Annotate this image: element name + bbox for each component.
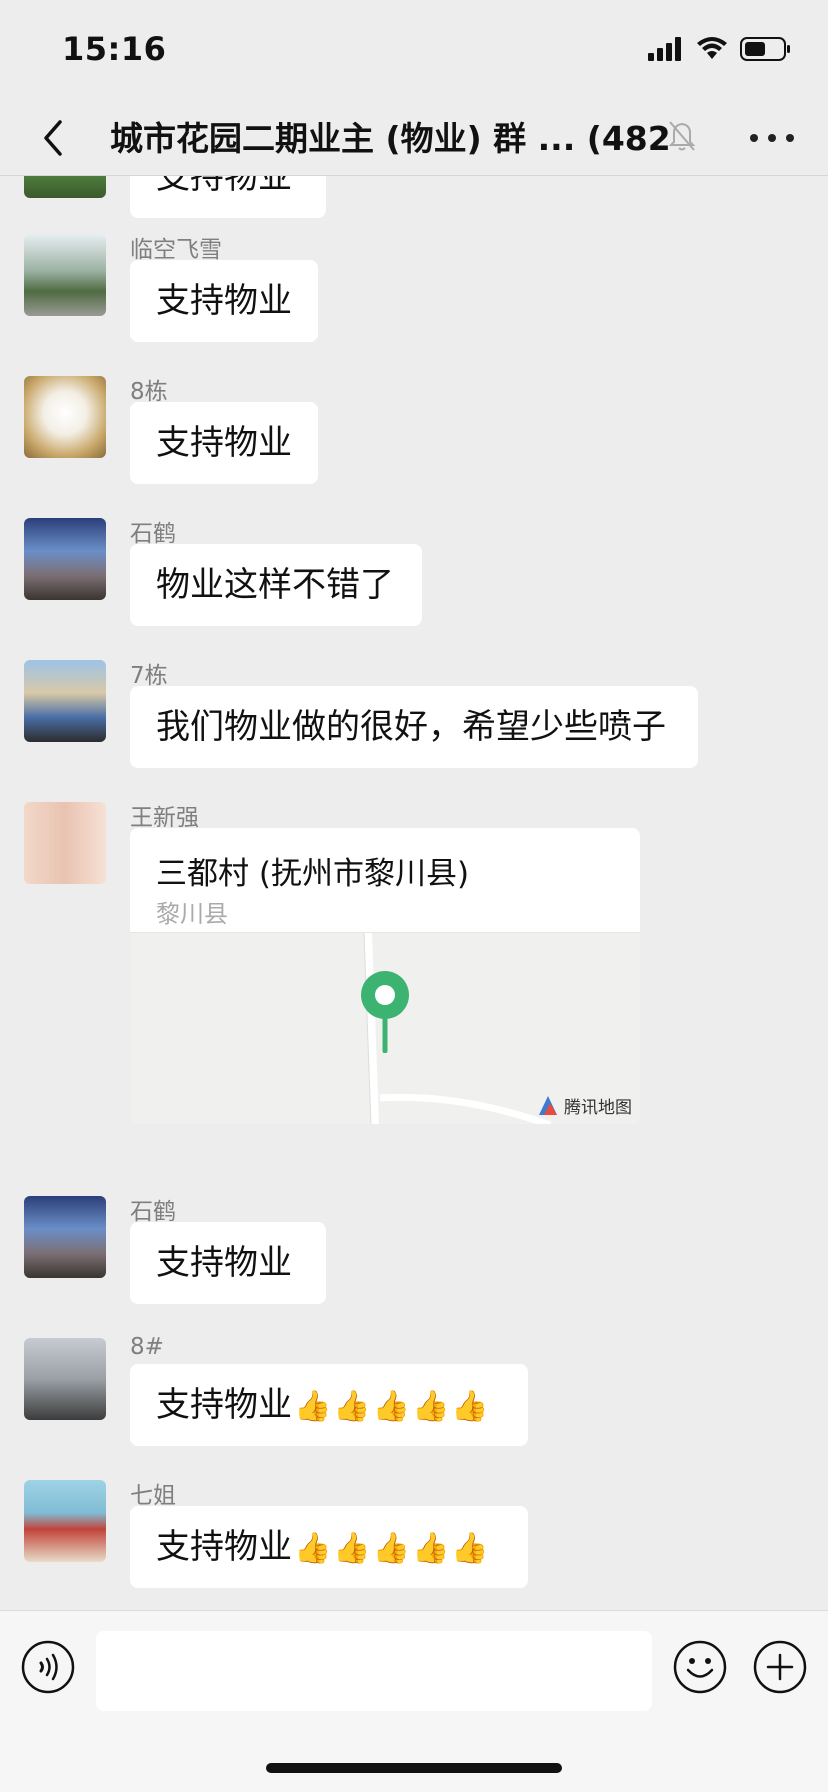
chat-header: 城市花园二期业主 (物业) 群 ... (482) — [0, 100, 828, 176]
map-pin-icon — [361, 971, 409, 1053]
avatar[interactable] — [24, 1480, 106, 1562]
thumbs-up-emoji: 👍👍👍👍👍 — [294, 1531, 491, 1566]
sender-name: 七姐 — [130, 1483, 176, 1509]
bell-slash-icon — [666, 118, 698, 154]
group-name: 城市花园二期业主 (物业) 群 ... — [110, 119, 576, 158]
voice-button[interactable] — [20, 1639, 76, 1695]
wifi-icon — [697, 37, 727, 59]
sender-name: 8# — [130, 1334, 164, 1360]
message-bubble[interactable]: 支持物业 — [130, 260, 318, 342]
tencent-map-logo-icon — [539, 1095, 557, 1115]
message-bubble[interactable]: 支持物业 — [130, 176, 326, 218]
chat-title: 城市花园二期业主 (物业) 群 ... (482) — [110, 112, 670, 160]
avatar[interactable] — [24, 518, 106, 600]
chevron-left-icon — [44, 120, 62, 156]
message-text: 支持物业 — [156, 1527, 292, 1567]
thumbs-up-emoji: 👍👍👍👍👍 — [294, 1389, 491, 1424]
back-button[interactable] — [34, 114, 74, 162]
location-card[interactable]: 三都村 (抚州市黎川县) 黎川县 腾讯地图 — [130, 828, 640, 1124]
message-bubble[interactable]: 支持物业 — [130, 402, 318, 484]
avatar[interactable] — [24, 660, 106, 742]
voice-icon — [21, 1640, 75, 1694]
message-bubble[interactable]: 物业这样不错了 — [130, 544, 422, 626]
more-button[interactable] — [750, 124, 794, 152]
sender-name: 王新强 — [130, 805, 199, 831]
home-indicator[interactable] — [266, 1763, 562, 1773]
chat-message-list[interactable]: 支持物业 临空飞雪 支持物业 8栋 支持物业 石鹤 物业这样不错了 7栋 我们物… — [0, 176, 828, 1610]
avatar[interactable] — [24, 234, 106, 316]
message-input[interactable] — [96, 1631, 652, 1711]
status-bar: 15:16 — [0, 0, 828, 100]
plus-button[interactable] — [752, 1639, 808, 1695]
plus-icon — [753, 1640, 807, 1694]
status-icons — [648, 36, 792, 62]
ellipsis-icon — [750, 134, 758, 142]
message-bubble[interactable]: 支持物业👍👍👍👍👍 — [130, 1506, 528, 1588]
message-bubble[interactable]: 我们物业做的很好，希望少些喷子 — [130, 686, 698, 768]
avatar[interactable] — [24, 1338, 106, 1420]
map-brand: 腾讯地图 — [536, 1093, 632, 1118]
message-text: 支持物业 — [156, 1385, 292, 1425]
location-title: 三都村 (抚州市黎川县) — [156, 856, 470, 892]
location-subtitle: 黎川县 — [156, 900, 228, 928]
member-count: (482) — [586, 119, 670, 158]
sender-name: 临空飞雪 — [130, 237, 222, 263]
sender-name: 石鹤 — [130, 521, 176, 547]
emoji-button[interactable] — [672, 1639, 728, 1695]
battery-icon — [740, 37, 790, 61]
emoji-icon — [673, 1640, 727, 1694]
sender-name: 8栋 — [130, 379, 168, 405]
status-time: 15:16 — [62, 30, 167, 68]
sender-name: 7栋 — [130, 663, 168, 689]
message-bubble[interactable]: 支持物业 — [130, 1222, 326, 1304]
avatar[interactable] — [24, 376, 106, 458]
map-brand-label: 腾讯地图 — [564, 1098, 632, 1118]
location-map: 腾讯地图 — [130, 932, 640, 1124]
avatar[interactable] — [24, 1196, 106, 1278]
sender-name: 石鹤 — [130, 1199, 176, 1225]
signal-icon — [648, 37, 681, 61]
avatar[interactable] — [24, 176, 106, 198]
avatar[interactable] — [24, 802, 106, 884]
message-bubble[interactable]: 支持物业👍👍👍👍👍 — [130, 1364, 528, 1446]
